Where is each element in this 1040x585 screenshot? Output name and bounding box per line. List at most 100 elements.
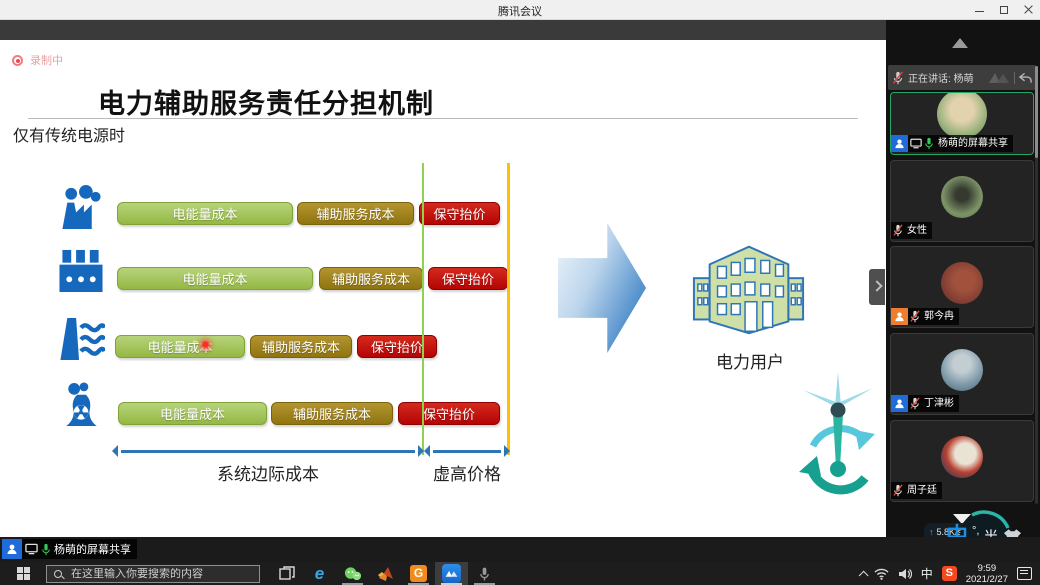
volume-icon[interactable] bbox=[898, 568, 912, 580]
bar-conservative-markup: 保守抬价 bbox=[357, 335, 437, 358]
participant-namebar: 杨萌的屏幕共享 bbox=[891, 135, 1013, 152]
participant-tile[interactable]: 周子廷 bbox=[890, 420, 1034, 502]
nuclear-plant-icon bbox=[57, 382, 105, 427]
inflated-price-axis-arrow bbox=[433, 450, 501, 453]
participant-name: 周子廷 bbox=[905, 482, 942, 499]
mic-muted-icon bbox=[910, 310, 920, 323]
avatar bbox=[941, 176, 983, 218]
speaking-label: 正在讲话: 杨萌 bbox=[908, 70, 974, 85]
inflated-price-label: 虚高价格 bbox=[417, 460, 517, 485]
share-top-strip bbox=[0, 20, 886, 40]
action-center-icon[interactable] bbox=[1017, 567, 1032, 580]
bar-ancillary-cost: 辅助服务成本 bbox=[319, 267, 423, 290]
title-divider bbox=[28, 118, 858, 119]
marginal-cost-line bbox=[422, 163, 424, 455]
mic-muted-icon bbox=[893, 484, 903, 497]
edge-icon[interactable]: e bbox=[303, 562, 336, 585]
member-badge-icon bbox=[2, 539, 22, 559]
recording-indicator: 录制中 bbox=[12, 52, 63, 68]
share-banner-label: 杨萌的屏幕共享 bbox=[54, 541, 131, 557]
participant-name: 女性 bbox=[905, 222, 932, 239]
bar-conservative-markup: 保守抬价 bbox=[428, 267, 508, 290]
bar-energy-cost: 电能量成本 bbox=[118, 402, 267, 425]
bar-ancillary-cost: 辅助服务成本 bbox=[250, 335, 352, 358]
participants-sidebar: 正在讲话: 杨萌 bbox=[886, 20, 1040, 562]
window-title: 腾讯会议 bbox=[0, 3, 1040, 19]
screen-share-banner: 杨萌的屏幕共享 bbox=[2, 539, 137, 559]
participant-tile[interactable]: 杨萌的屏幕共享 bbox=[890, 92, 1034, 155]
search-icon bbox=[54, 570, 62, 578]
mic-on-icon bbox=[41, 543, 51, 556]
panel-expand-tab[interactable] bbox=[869, 269, 885, 305]
wifi-icon[interactable] bbox=[874, 568, 889, 580]
windows-taskbar: e G 中 S bbox=[0, 562, 1040, 585]
close-button[interactable] bbox=[1016, 0, 1040, 20]
flow-arrow bbox=[558, 223, 646, 353]
meeting-logo-icon bbox=[988, 71, 1010, 84]
participant-tile[interactable]: 丁津彬 bbox=[890, 333, 1034, 415]
bar-energy-cost: 电能量成本 bbox=[115, 335, 245, 358]
tray-date: 2021/2/27 bbox=[966, 574, 1008, 585]
restore-button[interactable] bbox=[992, 0, 1016, 20]
bar-energy-cost: 电能量成本 bbox=[117, 202, 293, 225]
recording-label: 录制中 bbox=[30, 52, 63, 68]
marginal-cost-label: 系统边际成本 bbox=[168, 460, 368, 485]
recording-icon bbox=[12, 55, 23, 66]
ime-punctuation-indicator[interactable]: °, bbox=[972, 525, 979, 537]
slide-title: 电力辅助服务责任分担机制 bbox=[98, 82, 434, 121]
tray-expand-icon[interactable] bbox=[858, 571, 868, 581]
bar-ancillary-cost: 辅助服务成本 bbox=[297, 202, 414, 225]
sidebar-scrollbar[interactable] bbox=[1035, 66, 1038, 504]
scrollbar-thumb[interactable] bbox=[1035, 66, 1038, 158]
sogou-ime-icon[interactable]: S bbox=[942, 566, 957, 581]
tencent-meeting-icon[interactable] bbox=[435, 562, 468, 585]
search-input[interactable] bbox=[71, 568, 251, 580]
wechat-icon[interactable] bbox=[336, 562, 369, 585]
participant-name: 杨萌的屏幕共享 bbox=[936, 135, 1013, 152]
mic-muted-icon bbox=[910, 397, 920, 410]
consumer-label: 电力用户 bbox=[698, 348, 802, 373]
wind-turbine-icon bbox=[795, 372, 881, 507]
collapse-up-arrow[interactable] bbox=[952, 38, 968, 48]
taskbar-search[interactable] bbox=[46, 565, 260, 583]
bar-conservative-markup: 保守抬价 bbox=[419, 202, 500, 225]
bar-conservative-markup: 保守抬价 bbox=[398, 402, 500, 425]
divider bbox=[1014, 72, 1015, 84]
bar-ancillary-cost: 辅助服务成本 bbox=[271, 402, 393, 425]
member-badge-icon bbox=[891, 135, 908, 152]
minimize-button[interactable] bbox=[968, 0, 992, 20]
participant-tile[interactable]: 郭今冉 bbox=[890, 246, 1034, 328]
participant-name: 郭今冉 bbox=[922, 308, 959, 325]
windows-logo-icon bbox=[17, 567, 30, 580]
thermal-plant-icon bbox=[57, 185, 105, 230]
member-badge-icon bbox=[891, 308, 908, 325]
recorder-app-icon[interactable] bbox=[468, 562, 501, 585]
tray-time: 9:59 bbox=[978, 563, 997, 574]
slide-subtitle: 仅有传统电源时 bbox=[13, 122, 125, 146]
g-app-icon[interactable]: G bbox=[402, 562, 435, 585]
participant-name: 丁津彬 bbox=[922, 395, 959, 412]
building-icon bbox=[690, 232, 808, 344]
speaking-bar: 正在讲话: 杨萌 bbox=[888, 65, 1036, 90]
window-titlebar: 腾讯会议 bbox=[0, 0, 1040, 20]
bar-energy-cost: 电能量成本 bbox=[117, 267, 313, 290]
marginal-cost-axis-arrow bbox=[121, 450, 415, 453]
reply-arrow-icon[interactable] bbox=[1019, 72, 1032, 84]
participant-tile[interactable]: 女性 bbox=[890, 160, 1034, 242]
avatar bbox=[941, 262, 983, 304]
avatar bbox=[941, 436, 983, 478]
screen-share-icon bbox=[910, 138, 922, 149]
shared-slide: 录制中 电力辅助服务责任分担机制 仅有传统电源时 bbox=[0, 40, 886, 537]
tray-clock[interactable]: 9:59 2021/2/27 bbox=[966, 563, 1008, 585]
factory-icon bbox=[57, 248, 105, 293]
app-window: 腾讯会议 录制中 电力辅助服务责任分担机制 仅有传统电源时 bbox=[0, 0, 1040, 585]
start-button[interactable] bbox=[0, 562, 46, 585]
mic-on-icon bbox=[924, 137, 934, 150]
task-view-button[interactable] bbox=[270, 562, 303, 585]
tray-ime-indicator[interactable]: 中 bbox=[921, 565, 933, 582]
matlab-icon[interactable] bbox=[369, 562, 402, 585]
avatar bbox=[937, 92, 987, 139]
inflated-price-line bbox=[507, 163, 510, 455]
bottom-strip bbox=[0, 537, 1040, 562]
avatar bbox=[941, 349, 983, 391]
